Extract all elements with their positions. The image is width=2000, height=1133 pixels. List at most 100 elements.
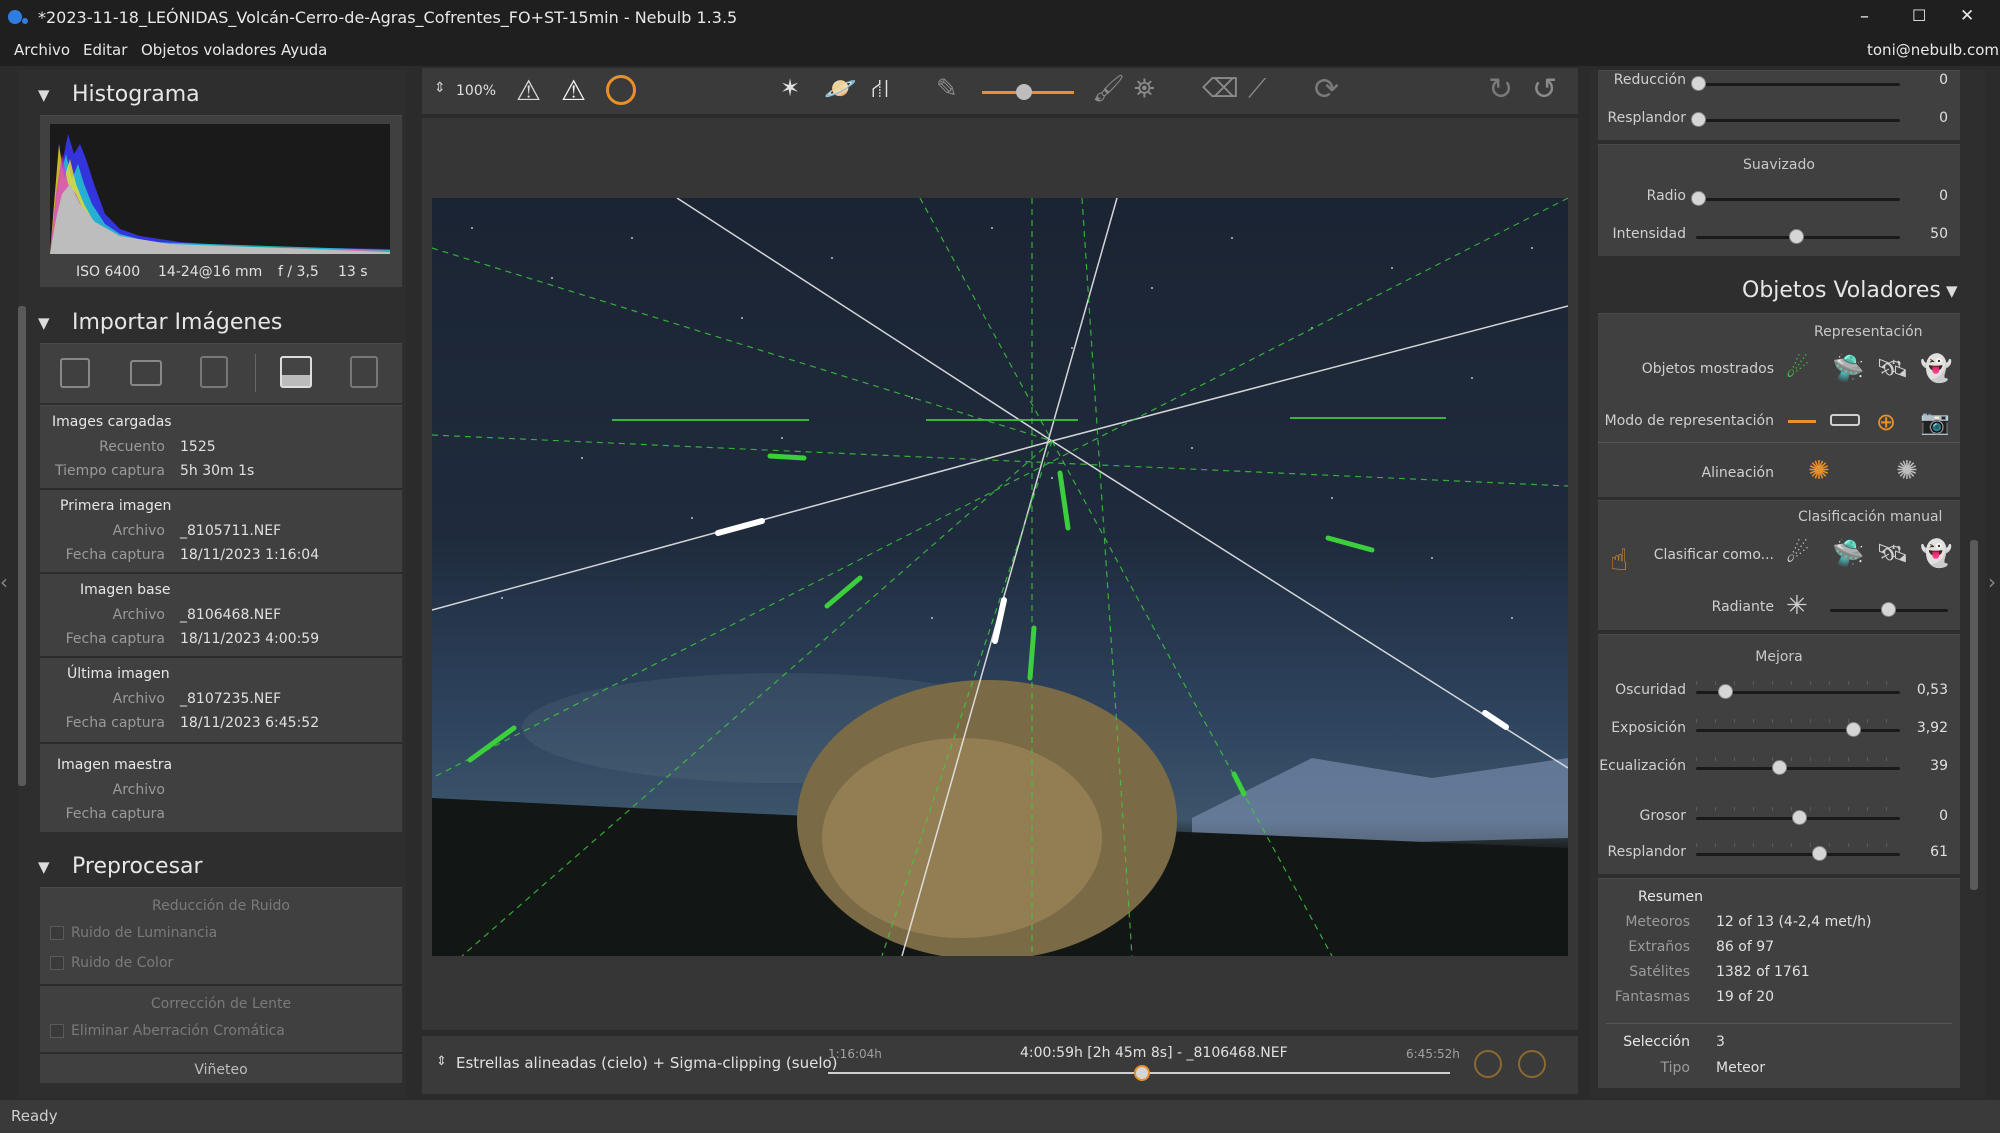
timeline-center: 4:00:59h [2h 45m 8s] - _8106468.NEF: [1020, 1045, 1288, 1061]
classify-ghost-icon[interactable]: 👻: [1920, 539, 1952, 569]
meteor-filter-icon[interactable]: ☄: [1786, 354, 1809, 384]
crosshair-mode-icon[interactable]: ⊕: [1876, 408, 1896, 436]
stars: [471, 227, 1533, 619]
import-images-icon[interactable]: [60, 358, 90, 388]
stacking-mode[interactable]: Estrellas alineadas (cielo) + Sigma-clip…: [456, 1054, 838, 1072]
histogram-lens: 14-24@16 mm: [158, 264, 263, 280]
planet-icon[interactable]: 🪐: [824, 74, 856, 104]
line-mode-icon[interactable]: [1788, 420, 1816, 423]
redo-icon[interactable]: ↻: [1488, 72, 1513, 107]
lum-checkbox[interactable]: [50, 926, 64, 940]
import-clipboard-icon[interactable]: [200, 356, 228, 388]
grosor-knob[interactable]: [1792, 810, 1807, 825]
align-burst-icon[interactable]: ✺: [1896, 456, 1918, 486]
undo-icon[interactable]: ↺: [1532, 72, 1557, 107]
vignette-header: Viñeteo: [194, 1062, 248, 1078]
base-image-icon[interactable]: [280, 356, 312, 388]
exposicion-knob[interactable]: [1846, 722, 1861, 737]
radio-track[interactable]: [1696, 198, 1900, 201]
resplandor-top-track[interactable]: [1696, 119, 1900, 122]
preprocess-collapse-icon[interactable]: ▼: [38, 858, 50, 876]
import-collapse-icon[interactable]: ▼: [38, 314, 50, 332]
resplandor-top-knob[interactable]: [1691, 112, 1706, 127]
divider: [1606, 1023, 1952, 1024]
ecualizacion-track[interactable]: [1696, 767, 1900, 770]
ghost-filter-icon[interactable]: 👻: [1920, 354, 1952, 384]
color-checkbox[interactable]: [50, 956, 64, 970]
brush-size-knob[interactable]: [1016, 84, 1032, 100]
timeline-start: 1:16:04h: [828, 1047, 882, 1061]
time-label: Tiempo captura: [54, 463, 165, 479]
resplandor-label: Resplandor: [1607, 844, 1686, 860]
menu-ayuda[interactable]: Ayuda: [281, 41, 327, 59]
close-button[interactable]: ✕: [1960, 6, 1974, 26]
oscuridad-knob[interactable]: [1718, 684, 1733, 699]
classify-meteor-icon[interactable]: ☄: [1786, 539, 1809, 569]
menu-editar[interactable]: Editar: [83, 41, 127, 59]
classify-satellite-icon[interactable]: 🛰: [1876, 539, 1909, 569]
import-info-panel: Images cargadas Recuento 1525 Tiempo cap…: [40, 405, 402, 832]
exposicion-value: 3,92: [1916, 720, 1948, 736]
main-image[interactable]: [432, 198, 1568, 956]
camera-mode-icon[interactable]: 📷: [1920, 408, 1950, 436]
radiant-icon[interactable]: ✳: [1786, 591, 1808, 621]
clock-forward-icon[interactable]: [1474, 1050, 1502, 1078]
master-image-icon[interactable]: [350, 356, 378, 388]
refresh-icon[interactable]: ⟳: [1314, 72, 1339, 107]
aberration-checkbox[interactable]: [50, 1024, 64, 1038]
right-scrollbar[interactable]: [1970, 540, 1978, 890]
fantasmas-value: 19 of 20: [1716, 989, 1775, 1005]
ufo-filter-icon[interactable]: 🛸: [1832, 354, 1864, 384]
resplandor-ticks: [1696, 843, 1900, 847]
timeline-knob[interactable]: [1134, 1065, 1150, 1081]
zoom-arrow-icon[interactable]: ⇕: [434, 80, 446, 96]
clock-back-icon[interactable]: [1518, 1050, 1546, 1078]
divider: [40, 656, 402, 658]
brush-icon[interactable]: 🖌: [1092, 74, 1125, 104]
magic-wand-icon[interactable]: ✎: [936, 74, 958, 104]
resumen-panel: Resumen Meteoros 12 of 13 (4-2,4 met/h) …: [1598, 878, 1960, 1088]
radiante-knob[interactable]: [1881, 602, 1896, 617]
right-collapse-icon[interactable]: ›: [1988, 570, 1996, 594]
left-collapse-icon[interactable]: ‹: [0, 570, 8, 594]
palette-icon[interactable]: [606, 75, 636, 105]
flying-collapse-icon[interactable]: ▼: [1946, 282, 1958, 300]
last-file-label: Archivo: [112, 691, 165, 707]
representacion-header: Representación: [1814, 324, 1923, 340]
minimize-button[interactable]: –: [1860, 6, 1869, 27]
ecualizacion-label: Ecualización: [1599, 758, 1686, 774]
reduccion-knob[interactable]: [1691, 76, 1706, 91]
eraser-icon[interactable]: ⌫: [1202, 74, 1239, 104]
hand-pointer-icon[interactable]: ☝: [1610, 543, 1628, 578]
histogram-collapse-icon[interactable]: ▼: [38, 86, 50, 104]
warning-filled-icon[interactable]: ⚠: [561, 74, 586, 107]
menu-objetos-voladores[interactable]: Objetos voladores: [141, 41, 276, 59]
box-mode-icon[interactable]: [1830, 414, 1860, 426]
bucket-icon[interactable]: ⛯: [1134, 74, 1155, 105]
exposicion-track[interactable]: [1696, 729, 1900, 732]
resplandor-track[interactable]: [1696, 853, 1900, 856]
ecualizacion-knob[interactable]: [1772, 760, 1787, 775]
satellite-filter-icon[interactable]: 🛰: [1876, 354, 1909, 384]
left-scrollbar[interactable]: [18, 306, 26, 786]
reduccion-track[interactable]: [1696, 83, 1900, 86]
lens-header: Corrección de Lente: [150, 996, 292, 1012]
classify-ufo-icon[interactable]: 🛸: [1832, 539, 1864, 569]
mode-arrow-icon[interactable]: ⇕: [436, 1054, 447, 1069]
menu-archivo[interactable]: Archivo: [14, 41, 70, 59]
warning-outline-icon[interactable]: ⚠: [516, 74, 541, 107]
radio-knob[interactable]: [1691, 191, 1706, 206]
import-folder-icon[interactable]: [130, 360, 162, 386]
user-account[interactable]: toni@nebulb.com: [1867, 41, 1999, 59]
maximize-button[interactable]: ☐: [1912, 6, 1926, 25]
base-header: Imagen base: [80, 582, 171, 598]
seleccion-label: Selección: [1623, 1034, 1690, 1050]
tower-icon[interactable]: ⛙: [871, 74, 889, 108]
intensidad-knob[interactable]: [1789, 229, 1804, 244]
stars-icon[interactable]: ✶: [780, 74, 800, 102]
zoom-level[interactable]: 100%: [456, 83, 496, 99]
resplandor-knob[interactable]: [1812, 846, 1827, 861]
window-title: *2023-11-18_LEÓNIDAS_Volcán-Cerro-de-Agr…: [38, 8, 738, 27]
clean-brush-icon[interactable]: ⟋: [1248, 74, 1266, 105]
align-sun-icon[interactable]: ✺: [1808, 456, 1830, 486]
